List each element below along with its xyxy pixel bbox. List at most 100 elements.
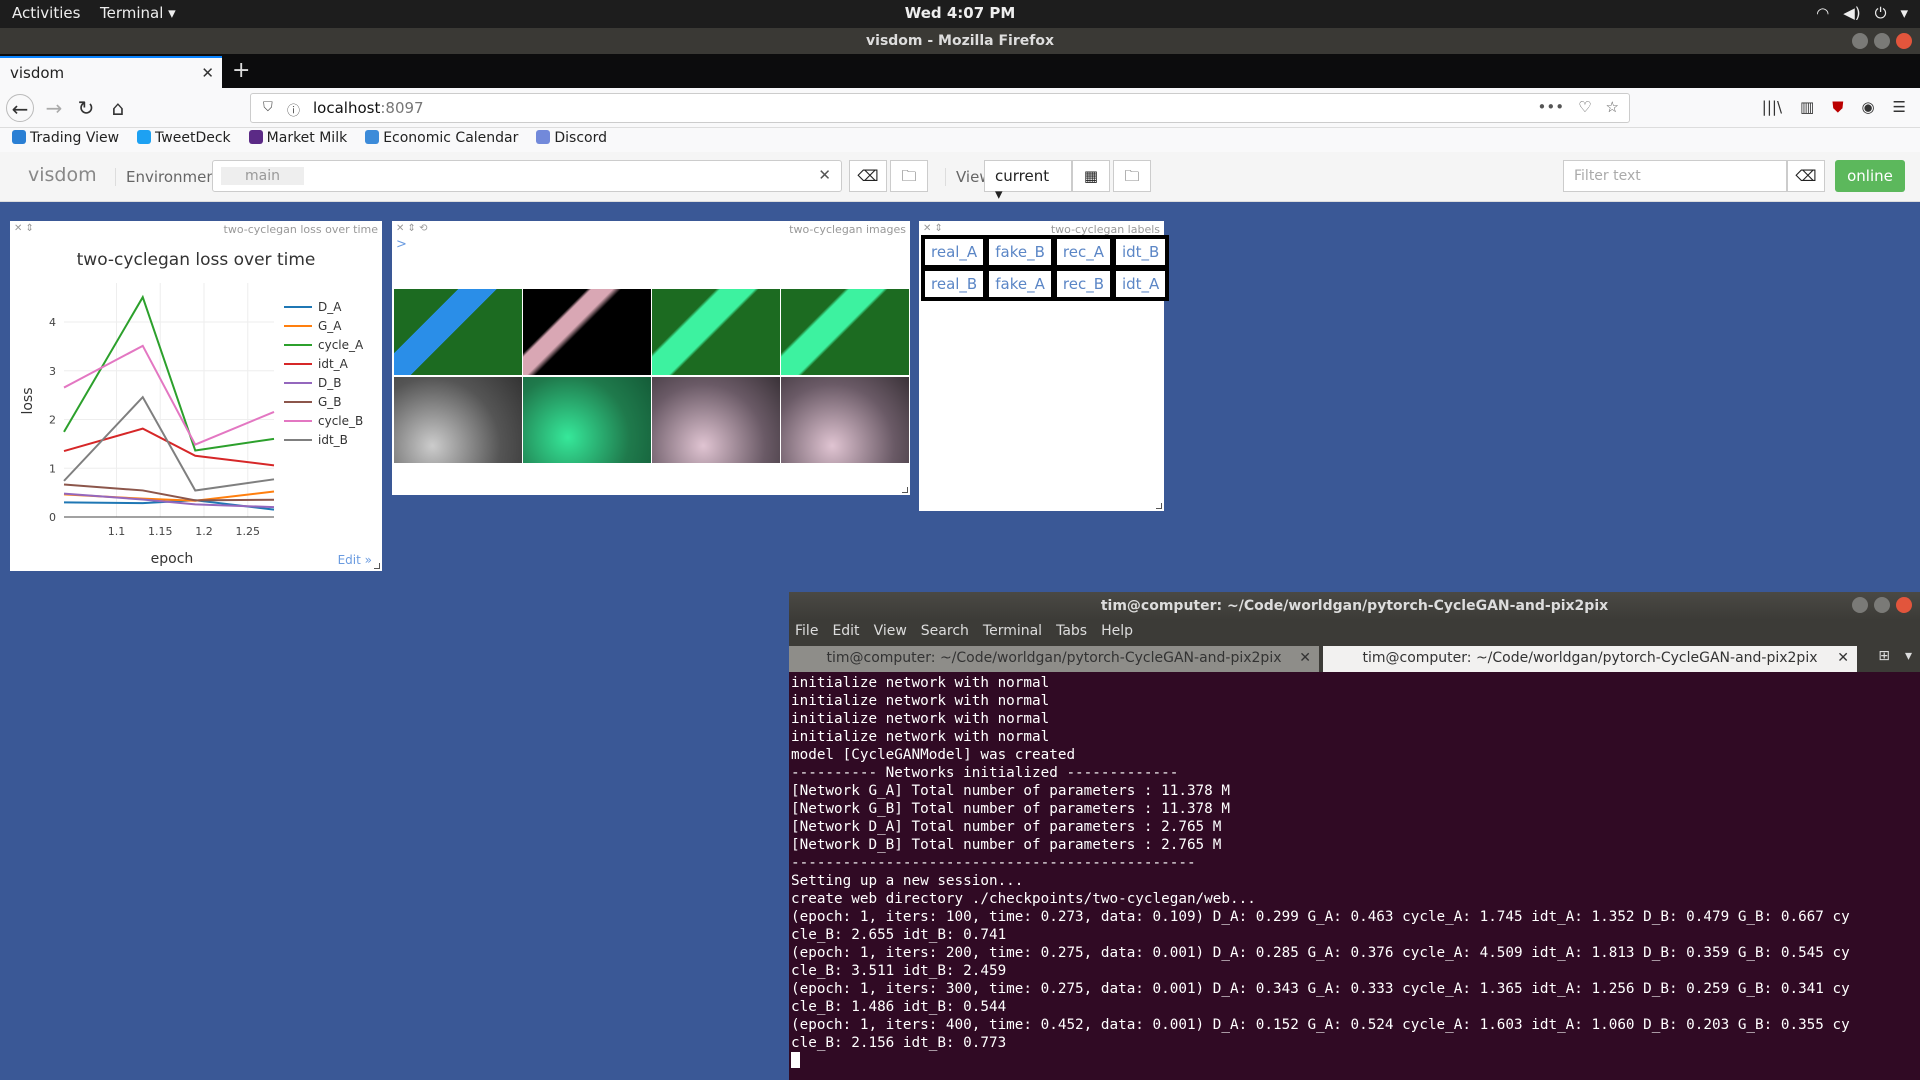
- pane-controls[interactable]: ✕ ⇕: [923, 223, 943, 234]
- terminal-line: cle_B: 3.511 idt_B: 2.459: [791, 963, 1007, 979]
- volume-icon: ◀): [1843, 4, 1861, 22]
- bookmark-item[interactable]: Discord: [536, 130, 607, 152]
- x-tick-label: 1.2: [195, 525, 213, 538]
- filter-input[interactable]: Filter text: [1563, 160, 1787, 192]
- visdom-toolbar: visdom Environment main ✕ ⌫ 🗀 View curre…: [0, 152, 1920, 203]
- terminal-window[interactable]: tim@computer: ~/Code/worldgan/pytorch-Cy…: [789, 592, 1920, 1080]
- pocket-icon[interactable]: ♡: [1578, 98, 1591, 116]
- resize-handle[interactable]: [1156, 503, 1162, 509]
- terminal-line: [Network D_B] Total number of parameters…: [791, 837, 1222, 853]
- clock[interactable]: Wed 4:07 PM: [0, 4, 1920, 22]
- menu-search[interactable]: Search: [921, 623, 969, 641]
- maximize-button[interactable]: [1874, 33, 1890, 49]
- filter-eraser-button[interactable]: ⌫: [1787, 160, 1825, 192]
- label-cell: real_B: [923, 269, 986, 299]
- more-actions-icon[interactable]: •••: [1538, 98, 1565, 116]
- grid-icon[interactable]: ▦: [1072, 160, 1110, 192]
- terminal-output[interactable]: initialize network with normal initialize…: [789, 672, 1920, 1072]
- label-cell: fake_A: [987, 269, 1053, 299]
- y-tick-label: 1: [49, 462, 56, 475]
- folder-button[interactable]: 🗀: [890, 160, 928, 192]
- close-button[interactable]: [1896, 597, 1912, 613]
- terminal-line: initialize network with normal: [791, 729, 1050, 745]
- new-tab-button[interactable]: +: [232, 58, 250, 83]
- close-tab-icon[interactable]: ✕: [201, 64, 214, 82]
- view-select[interactable]: current ▾: [984, 160, 1072, 203]
- bookmark-item[interactable]: Trading View: [12, 130, 119, 152]
- bookmark-item[interactable]: Economic Calendar: [365, 130, 518, 152]
- forward-button[interactable]: →: [40, 94, 68, 122]
- bookmark-item[interactable]: TweetDeck: [137, 130, 231, 152]
- terminal-tab-2[interactable]: tim@computer: ~/Code/worldgan/pytorch-Cy…: [1323, 646, 1857, 672]
- pane-controls[interactable]: ✕ ⇕ ⟲: [396, 223, 428, 234]
- back-button[interactable]: ←: [6, 94, 34, 122]
- terminal-menubar: File Edit View Search Terminal Tabs Help: [789, 620, 1920, 644]
- tradingview-icon: [12, 130, 26, 144]
- chevron-down-icon[interactable]: ▾: [1905, 648, 1912, 664]
- resize-handle[interactable]: [902, 487, 908, 493]
- system-tray[interactable]: ◠ ◀) ⏻ ▾: [1816, 4, 1908, 22]
- close-button[interactable]: [1896, 33, 1912, 49]
- terminal-line: initialize network with normal: [791, 693, 1050, 709]
- table-row: real_A fake_B rec_A idt_B: [923, 237, 1168, 267]
- minimize-button[interactable]: [1852, 33, 1868, 49]
- clear-icon[interactable]: ✕: [818, 166, 831, 184]
- eraser-button[interactable]: ⌫: [849, 160, 887, 192]
- menu-tabs[interactable]: Tabs: [1056, 623, 1087, 641]
- terminal-line: ---------- Networks initialized --------…: [791, 765, 1179, 781]
- menu-terminal[interactable]: Terminal: [983, 623, 1042, 641]
- chevron-down-icon: ▾: [1900, 4, 1908, 22]
- environment-select[interactable]: main ✕: [212, 160, 842, 192]
- terminal-cursor-line: [791, 1052, 1918, 1070]
- pane-loss-chart[interactable]: ✕ ⇕ two-cyclegan loss over time two-cycl…: [10, 221, 382, 571]
- close-tab-icon[interactable]: ✕: [1837, 646, 1849, 670]
- resize-handle[interactable]: [374, 563, 380, 569]
- y-tick-label: 3: [49, 365, 56, 378]
- activities-button[interactable]: Activities: [12, 4, 80, 22]
- close-tab-icon[interactable]: ✕: [1299, 646, 1311, 670]
- legend-entry: D_B: [318, 376, 341, 390]
- terminal-line: cle_B: 2.655 idt_B: 0.741: [791, 927, 1007, 943]
- legend-entry: cycle_B: [318, 414, 363, 428]
- maximize-button[interactable]: [1874, 597, 1890, 613]
- system-top-bar: Activities Terminal ▾ Wed 4:07 PM ◠ ◀) ⏻…: [0, 0, 1920, 28]
- menu-view[interactable]: View: [874, 623, 907, 641]
- pane-labels[interactable]: ✕ ⇕ two-cyclegan labels real_A fake_B re…: [919, 221, 1170, 511]
- reload-button[interactable]: ↻: [72, 94, 100, 122]
- menu-edit[interactable]: Edit: [832, 623, 859, 641]
- view-folder-button[interactable]: 🗀: [1113, 160, 1151, 192]
- label-cell: rec_A: [1054, 237, 1112, 267]
- library-icon[interactable]: |||\: [1762, 98, 1782, 116]
- menu-help[interactable]: Help: [1101, 623, 1133, 641]
- ublock-icon[interactable]: ⛊: [1832, 98, 1843, 116]
- terminal-tabs: tim@computer: ~/Code/worldgan/pytorch-Cy…: [789, 644, 1920, 672]
- x-axis-label: epoch: [151, 551, 194, 567]
- power-icon: ⏻: [1874, 4, 1887, 22]
- terminal-line: ----------------------------------------…: [791, 855, 1196, 871]
- new-terminal-tab-icon[interactable]: ⊞: [1878, 648, 1890, 664]
- legend-entry: D_A: [318, 300, 342, 314]
- terminal-tab-1[interactable]: tim@computer: ~/Code/worldgan/pytorch-Cy…: [789, 646, 1319, 672]
- minimize-button[interactable]: [1852, 597, 1868, 613]
- environment-chip[interactable]: main: [221, 167, 304, 185]
- edit-link[interactable]: Edit »: [338, 553, 372, 567]
- image-real-B: [394, 377, 522, 463]
- menu-file[interactable]: File: [795, 623, 818, 641]
- bookmark-star-icon[interactable]: ☆: [1606, 98, 1619, 116]
- account-icon[interactable]: ◉: [1861, 98, 1874, 116]
- hamburger-menu-icon[interactable]: ☰: [1893, 98, 1906, 116]
- app-menu[interactable]: Terminal ▾: [100, 4, 176, 22]
- home-button[interactable]: ⌂: [104, 94, 132, 122]
- sidebar-icon[interactable]: ▥: [1800, 98, 1814, 116]
- bookmark-item[interactable]: Market Milk: [248, 130, 347, 152]
- label-cell: idt_B: [1113, 237, 1168, 267]
- terminal-line: [Network G_B] Total number of parameters…: [791, 801, 1230, 817]
- pane-images[interactable]: ✕ ⇕ ⟲ two-cyclegan images >: [392, 221, 910, 495]
- economic-calendar-icon: [365, 130, 380, 144]
- toolbar-right: |||\ ▥ ⛊ ◉ ☰: [1762, 98, 1906, 116]
- browser-tab[interactable]: visdom ✕: [0, 56, 222, 88]
- url-bar[interactable]: ⛉ ⓘ localhost:8097 ••• ♡ ☆: [250, 93, 1630, 123]
- legend-entry: G_B: [318, 395, 342, 409]
- online-status-button[interactable]: online: [1835, 160, 1905, 192]
- url-actions: ••• ♡ ☆: [1538, 98, 1619, 116]
